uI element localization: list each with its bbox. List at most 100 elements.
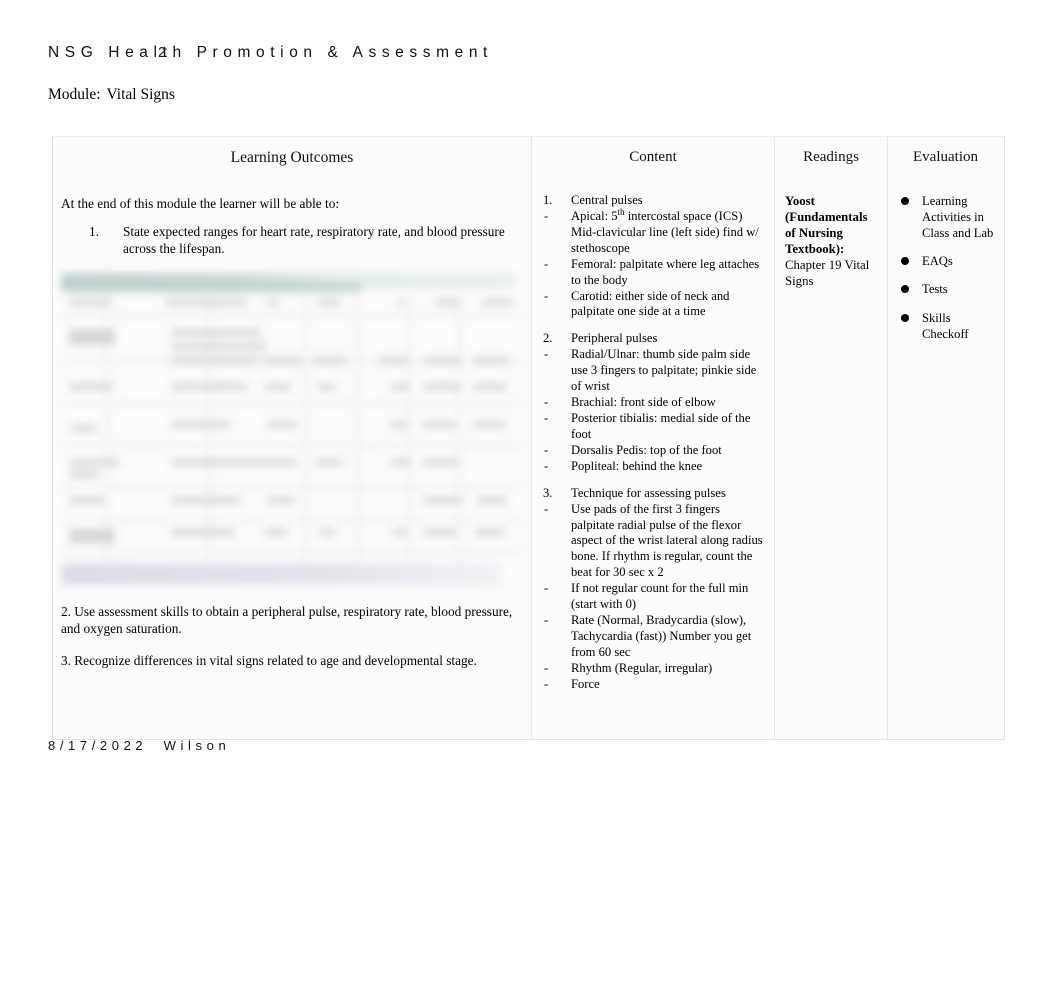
page-title: NSG Health Promotion & Assessment — [48, 44, 493, 61]
bullet-icon — [901, 285, 909, 294]
item-text: Technique for assessing pulses — [571, 485, 726, 500]
list-item: - Posterior tibialis: medial side of the… — [540, 411, 766, 443]
item-marker: - — [544, 347, 549, 362]
list-item: - Popliteal: behind the knee — [540, 459, 766, 475]
learning-outcomes-body: At the end of this module the learner wi… — [53, 195, 531, 669]
item-marker: - — [544, 581, 549, 596]
list-item-number: 1. — [89, 223, 99, 239]
module-label: Module: — [48, 86, 101, 103]
list-item: Learning Activities in Class and Lab — [896, 193, 995, 241]
item-text: Apical: 5th intercostal space (ICS) Mid-… — [571, 206, 759, 255]
list-item-text: Tests — [922, 282, 948, 297]
list-item: - Use pads of the first 3 fingers palpit… — [540, 502, 766, 582]
list-item: - Dorsalis Pedis: top of the foot — [540, 443, 766, 459]
item-marker: - — [544, 442, 549, 457]
footer-author: Wilson — [163, 738, 231, 753]
item-marker: 2. — [543, 331, 553, 346]
bullet-icon — [901, 197, 909, 205]
content-group-2: 2. Peripheral pulses - Radial/Ulnar: thu… — [540, 331, 766, 474]
bullet-icon — [901, 313, 909, 322]
list-item: - Femoral: palpitate where leg attaches … — [540, 257, 766, 289]
content-heading: 2. Peripheral pulses — [540, 331, 766, 347]
list-item: 1. State expected ranges for heart rate,… — [61, 223, 523, 257]
list-item-text: Skills Checkoff — [922, 310, 969, 341]
content-heading: 1. Central pulses — [540, 193, 766, 209]
learning-outcomes-after: 2. Use assessment skills to obtain a per… — [61, 603, 523, 669]
item-text: Femoral: palpitate where leg attaches to… — [571, 256, 760, 287]
item-text: Dorsalis Pedis: top of the foot — [571, 442, 722, 457]
content-group-1: 1. Central pulses - Apical: 5th intercos… — [540, 193, 766, 320]
module-value: Vital Signs — [106, 86, 175, 103]
learning-outcome-2: 2. Use assessment skills to obtain a per… — [61, 603, 513, 636]
item-marker: - — [544, 501, 549, 516]
document-footer: 8/17/2022 Wilson — [48, 738, 230, 753]
item-marker: - — [544, 676, 549, 691]
column-evaluation: Evaluation Learning Activities in Class … — [887, 137, 1003, 739]
item-marker: - — [544, 410, 549, 425]
list-item: - Rhythm (Regular, irregular) — [540, 661, 766, 677]
list-item: - Radial/Ulnar: thumb side palm side use… — [540, 347, 766, 395]
content-group-3: 3. Technique for assessing pulses - Use … — [540, 486, 766, 693]
evaluation-list: Learning Activities in Class and Lab EAQ… — [896, 193, 995, 342]
item-text: Use pads of the first 3 fingers palpitat… — [571, 501, 763, 580]
course-number-overlay: 2 — [158, 45, 172, 61]
item-text: Rhythm (Regular, irregular) — [571, 660, 713, 675]
item-text: Force — [571, 676, 600, 691]
item-marker: - — [544, 288, 549, 303]
superscript-ordinal: th — [617, 206, 625, 217]
bullet-icon — [901, 257, 909, 266]
evaluation-body: Learning Activities in Class and Lab EAQ… — [888, 193, 1003, 342]
item-marker: - — [544, 395, 549, 410]
item-text: Peripheral pulses — [571, 331, 658, 346]
item-marker: - — [544, 660, 549, 675]
item-marker: - — [544, 208, 549, 223]
list-item: - Force — [540, 677, 766, 693]
item-text: Rate (Normal, Bradycardia (slow), Tachyc… — [571, 613, 752, 659]
item-text: Radial/Ulnar: thumb side palm side use 3… — [571, 347, 757, 394]
learning-outcomes-intro: At the end of this module the learner wi… — [61, 195, 340, 211]
readings-chapter: Chapter 19 Vital Signs — [785, 258, 870, 289]
readings-textbook-title: Yoost (Fundamentals of Nursing Textbook)… — [785, 194, 868, 257]
item-text: Brachial: front side of elbow — [571, 395, 716, 410]
content-body: 1. Central pulses - Apical: 5th intercos… — [532, 193, 774, 693]
item-text: Posterior tibialis: medial side of the f… — [571, 410, 751, 441]
item-text: Carotid: either side of neck and palpita… — [571, 288, 730, 319]
list-item-text: EAQs — [922, 254, 953, 269]
column-learning-outcomes: Learning Outcomes At the end of this mod… — [53, 137, 531, 739]
document-header: NSG Health Promotion & Assessment 2 — [48, 44, 1008, 74]
column-readings: Readings Yoost (Fundamentals of Nursing … — [774, 137, 887, 739]
module-table: Learning Outcomes At the end of this mod… — [52, 136, 1005, 740]
item-marker: - — [544, 256, 549, 271]
learning-outcome-3: 3. Recognize differences in vital signs … — [61, 652, 477, 668]
footer-date: 8/17/2022 — [48, 738, 148, 753]
readings-text: Yoost (Fundamentals of Nursing Textbook)… — [783, 193, 879, 289]
list-item-text: Learning Activities in Class and Lab — [922, 194, 994, 241]
readings-body-wrap: Yoost (Fundamentals of Nursing Textbook)… — [775, 193, 887, 289]
list-item: - Brachial: front side of elbow — [540, 395, 766, 411]
item-text: If not regular count for the full min (s… — [571, 581, 749, 612]
item-marker: 1. — [543, 193, 553, 207]
content-heading: 3. Technique for assessing pulses — [540, 486, 766, 502]
item-text: Popliteal: behind the knee — [571, 458, 703, 473]
item-marker: - — [544, 613, 549, 628]
embedded-vitals-table-image — [61, 272, 526, 591]
content-groups: 1. Central pulses - Apical: 5th intercos… — [540, 193, 766, 693]
list-item: - Rate (Normal, Bradycardia (slow), Tach… — [540, 613, 766, 661]
list-item: - Carotid: either side of neck and palpi… — [540, 289, 766, 321]
column-header-evaluation: Evaluation — [913, 149, 978, 165]
column-header-readings: Readings — [803, 149, 859, 165]
list-item-text: State expected ranges for heart rate, re… — [123, 223, 505, 256]
module-line: Module: Vital Signs — [48, 86, 175, 104]
list-item: - If not regular count for the full min … — [540, 581, 766, 613]
list-item: Tests — [896, 281, 995, 297]
column-content: Content 1. Central pulses - Apical: 5th … — [531, 137, 774, 739]
course-title-stack: NSG Health Promotion & Assessment 2 — [48, 44, 1008, 70]
column-header-learning-outcomes: Learning Outcomes — [230, 149, 354, 166]
column-header-content: Content — [629, 149, 677, 165]
item-text: Central pulses — [571, 193, 643, 207]
list-item: - Apical: 5th intercostal space (ICS) Mi… — [540, 206, 766, 257]
item-marker: - — [544, 458, 549, 473]
item-marker: 3. — [543, 485, 553, 500]
figure-footer-band — [61, 562, 501, 585]
list-item: EAQs — [896, 253, 995, 269]
